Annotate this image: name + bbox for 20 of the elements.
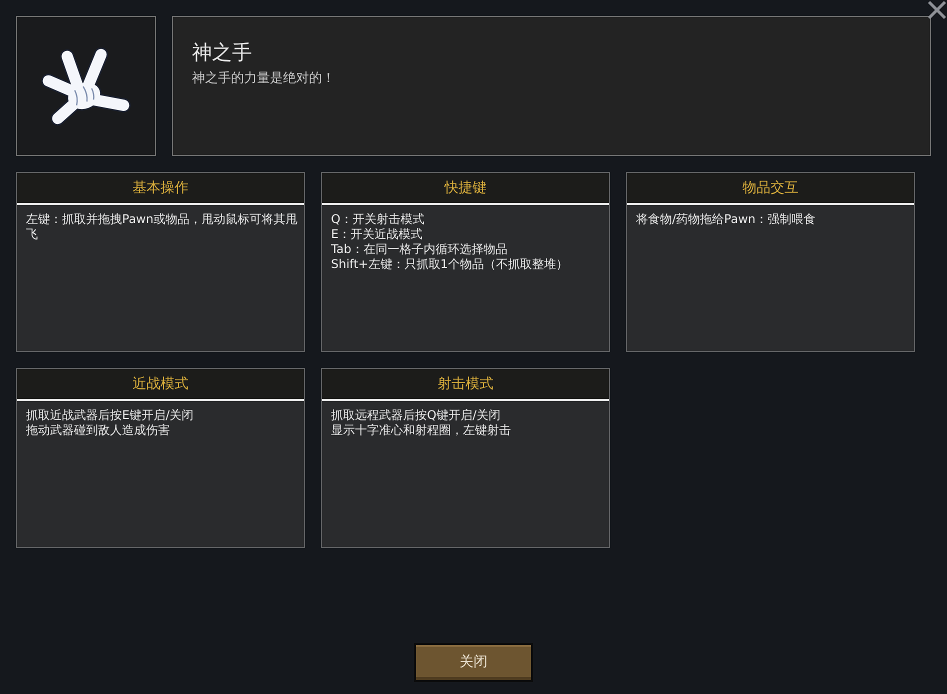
card-text: Q：开关射击模式 [331, 212, 426, 227]
close-button[interactable]: 关闭 [414, 643, 533, 682]
card-text: E：开关近战模式 [331, 227, 424, 242]
card-text: 将食物/药物拖给Pawn：强制喂食 [636, 212, 817, 227]
card-title: 基本操作 [132, 181, 188, 195]
close-icon[interactable] [927, 0, 947, 20]
card-text: 显示十字准心和射程圈，左键射击 [331, 423, 512, 438]
card-text: Tab：在同一格子内循环选择物品 [331, 242, 508, 257]
card-title: 近战模式 [132, 377, 188, 391]
card-title: 物品交互 [742, 181, 798, 195]
card-text: 拖动武器碰到敌人造成伤害 [26, 423, 171, 438]
card-title: 快捷键 [444, 181, 486, 195]
card-text: 左键：抓取并拖拽Pawn或物品，甩动鼠标可将其甩飞 [26, 212, 298, 242]
card-text: Shift+左键：只抓取1个物品（不抓取整堆） [331, 257, 569, 272]
header-title: 神之手 [192, 40, 253, 64]
card-text: 抓取远程武器后按Q键开启/关闭 [331, 408, 502, 423]
card-text: 抓取近战武器后按E键开启/关闭 [26, 408, 195, 423]
header-description: 神之手的力量是绝对的！ [192, 71, 336, 87]
glove-hand-icon [39, 44, 133, 128]
card-title: 射击模式 [438, 377, 494, 391]
